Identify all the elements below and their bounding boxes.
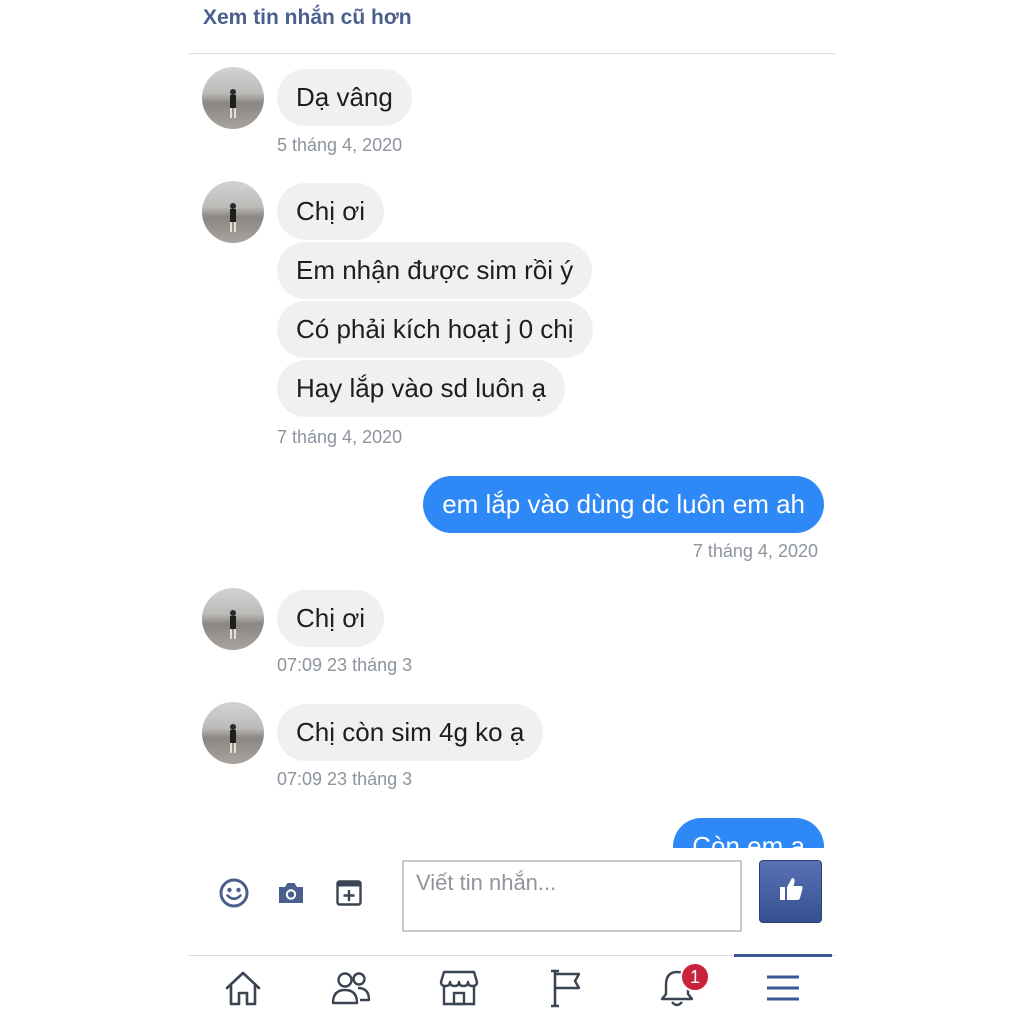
sticker-add-icon[interactable] [332,876,366,910]
outgoing-message[interactable]: Còn em ạ [673,818,824,848]
menu-icon [765,973,801,1008]
message-timestamp: 5 tháng 4, 2020 [277,135,403,155]
friends-icon [330,970,372,1011]
message-timestamp: 7 tháng 4, 2020 [692,541,818,561]
incoming-message[interactable]: Chị ơi [277,183,385,240]
contact-avatar[interactable] [202,588,264,650]
nav-marketplace[interactable] [429,964,489,1016]
notification-badge: 1 [680,962,710,992]
nav-home[interactable] [213,964,273,1016]
camera-icon[interactable] [274,876,308,910]
incoming-message[interactable]: Dạ vâng [277,69,412,126]
incoming-message[interactable]: Hay lắp vào sd luôn ạ [277,360,566,417]
pages-flag-icon [549,968,585,1013]
message-timestamp: 07:09 23 tháng 3 [277,655,413,675]
incoming-message[interactable]: Chị ơi [277,590,385,647]
message-timestamp: 7 tháng 4, 2020 [277,427,403,447]
bottom-navbar: 1 [189,954,835,1024]
incoming-message[interactable]: Chị còn sim 4g ko ạ [277,704,544,761]
contact-avatar[interactable] [202,67,264,129]
message-input[interactable] [402,860,742,932]
contact-avatar[interactable] [202,702,264,764]
message-composer [189,848,835,956]
marketplace-icon [439,969,479,1012]
home-icon [223,969,263,1012]
nav-menu[interactable] [753,964,813,1016]
message-timestamp: 07:09 23 tháng 3 [277,769,413,789]
incoming-message[interactable]: Có phải kích hoạt j 0 chị [277,301,593,358]
older-messages-link[interactable]: Xem tin nhắn cũ hơn [203,6,412,30]
nav-pages[interactable] [537,964,597,1016]
contact-avatar[interactable] [202,181,264,243]
incoming-message[interactable]: Em nhận được sim rồi ý [277,242,593,299]
like-send-button[interactable] [759,860,822,923]
message-thread[interactable]: Dạ vâng 5 tháng 4, 2020 Chị ơi Em nhận đ… [189,54,835,848]
active-tab-indicator [734,954,832,957]
messenger-page: Xem tin nhắn cũ hơn Dạ vâng 5 tháng 4, 2… [0,0,1024,1024]
nav-friends[interactable] [321,964,381,1016]
thumbs-up-icon [777,875,805,908]
smiley-icon[interactable] [217,876,251,910]
outgoing-message[interactable]: em lắp vào dùng dc luôn em ah [423,476,824,533]
